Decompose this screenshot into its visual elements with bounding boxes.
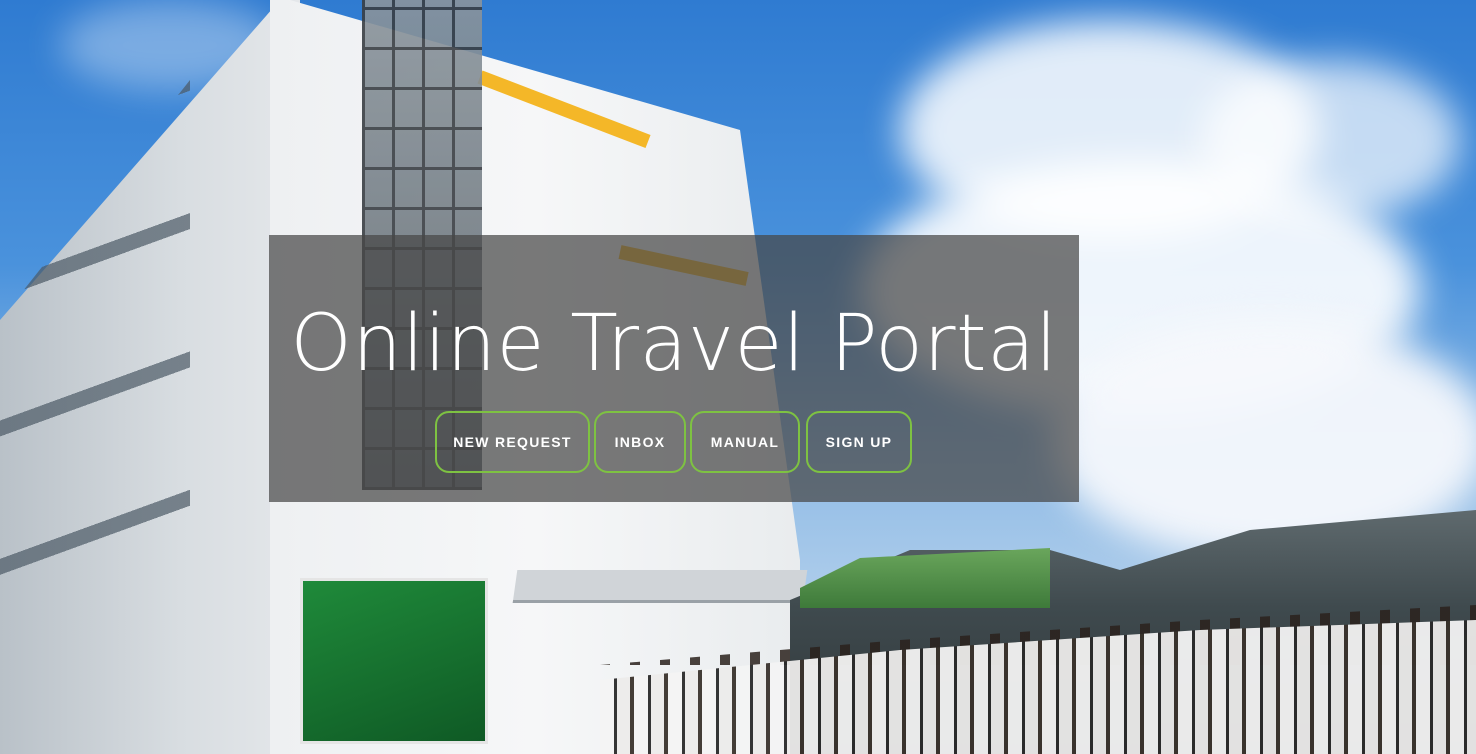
page-title: Online Travel Portal: [290, 299, 1058, 389]
hero-panel: Online Travel Portal NEW REQUEST INBOX M…: [269, 235, 1079, 502]
building-side-windows: [0, 80, 190, 580]
sign-up-button[interactable]: SIGN UP: [806, 411, 912, 473]
hero-background: Online Travel Portal NEW REQUEST INBOX M…: [0, 0, 1476, 754]
manual-button[interactable]: MANUAL: [690, 411, 800, 473]
cloud: [1200, 60, 1460, 220]
green-roof: [800, 548, 1050, 608]
action-buttons: NEW REQUEST INBOX MANUAL SIGN UP: [435, 411, 912, 473]
entrance-canopy: [512, 570, 808, 603]
new-request-button[interactable]: NEW REQUEST: [435, 411, 590, 473]
inbox-button[interactable]: INBOX: [594, 411, 686, 473]
building-sign-image: [300, 578, 488, 744]
